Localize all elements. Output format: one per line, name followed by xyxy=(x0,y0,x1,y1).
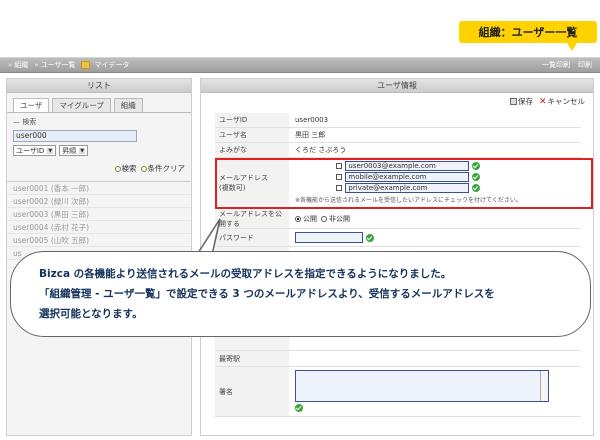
email-field[interactable]: user0003@example.com xyxy=(345,161,470,171)
value-user-name: 黒田 三郎 xyxy=(295,131,326,139)
email-checkbox[interactable] xyxy=(336,174,343,180)
label-user-name: ユーザ名 xyxy=(215,128,289,142)
cancel-button[interactable]: ✕ キャンセル xyxy=(539,96,585,107)
list-item[interactable]: user0002 (緑川 次郎) xyxy=(7,195,191,208)
clear-conditions-button[interactable]: 条件クリア xyxy=(140,163,185,174)
save-icon xyxy=(509,98,517,105)
email-checkbox[interactable] xyxy=(336,163,343,169)
radio-public[interactable] xyxy=(295,215,301,222)
my-data-icon xyxy=(81,61,91,69)
email-checkbox[interactable] xyxy=(336,185,343,191)
row-signature: 署名 xyxy=(215,367,581,417)
row-reading: よみがな くろだ さぶろう xyxy=(215,143,581,158)
signature-textarea[interactable] xyxy=(295,370,549,402)
search-field-select[interactable]: ユーザID ▼ xyxy=(13,145,57,156)
search-icon xyxy=(140,165,147,172)
value-reading: くろだ さぶろう xyxy=(295,146,347,154)
callout-box: Bizca の各機能より送信されるメールの受取アドレスを指定できるようになりまし… xyxy=(10,251,591,337)
toolbar: » 組織 » ユーザ一覧 マイデータ 一覧印刷 印刷 xyxy=(0,57,600,73)
scrollbar[interactable] xyxy=(540,371,548,401)
user-list: user0001 (香本 一郎) user0002 (緑川 次郎) user00… xyxy=(7,181,191,260)
breadcrumb-label: ユーザ一覧 xyxy=(40,61,76,69)
breadcrumb-user-list[interactable]: » ユーザ一覧 xyxy=(34,60,75,70)
row-user-id: ユーザID user0003 xyxy=(215,113,581,128)
sort-order-select[interactable]: 昇順 ▼ xyxy=(59,145,89,156)
label-publish: メールアドレスを公開する xyxy=(215,209,289,228)
print-list-button[interactable]: 一覧印刷 xyxy=(542,60,570,70)
label-user-id: ユーザID xyxy=(215,113,289,127)
label-signature: 署名 xyxy=(215,367,289,416)
label-reading: よみがな xyxy=(215,143,289,157)
list-tabs: ユーザ マイグループ 組織 xyxy=(7,93,191,113)
label-password: パスワード xyxy=(215,229,289,246)
check-ok-icon xyxy=(472,173,481,181)
tab-my-groups[interactable]: マイグループ xyxy=(52,98,111,112)
page-title-badge: 組織：ユーザー一覧 xyxy=(459,21,597,51)
search-section: — 検索 user000 ユーザID ▼ 昇順 ▼ 検索 条件クリア xyxy=(7,113,191,178)
print-button[interactable]: 印刷 xyxy=(578,60,592,70)
value-user-id: user0003 xyxy=(295,116,329,124)
label-email: メールアドレス (複数可) xyxy=(215,158,289,208)
radio-private[interactable] xyxy=(321,215,327,222)
breadcrumb-label: 組織 xyxy=(14,61,29,69)
row-publish: メールアドレスを公開する 公開 非公開 xyxy=(215,209,581,229)
chevron-down-icon: ▼ xyxy=(79,147,86,154)
password-field[interactable] xyxy=(295,232,363,243)
check-ok-icon xyxy=(366,233,374,242)
email-list: user0003@example.com mobile@example.com … xyxy=(289,158,528,208)
chevron-down-icon: ▼ xyxy=(47,147,54,154)
check-ok-icon xyxy=(295,404,303,412)
list-panel-header: リスト xyxy=(7,79,191,93)
publish-options: 公開 非公開 xyxy=(289,209,356,228)
email-field[interactable]: mobile@example.com xyxy=(345,172,470,182)
label-station: 最寄駅 xyxy=(215,351,289,366)
search-button[interactable]: 検索 xyxy=(114,163,137,174)
callout-line-3: 選択可能となります。 xyxy=(39,308,143,320)
check-ok-icon xyxy=(472,162,481,170)
my-data-link[interactable]: マイデータ xyxy=(81,60,129,70)
list-item[interactable]: user0003 (黒田 三郎) xyxy=(7,208,191,221)
list-item[interactable]: user0005 (山吹 五郎) xyxy=(7,234,191,247)
email-field[interactable]: private@example.com xyxy=(345,183,470,193)
callout-line-2: 「組織管理 - ユーザ一覧」で設定できる 3 つのメールアドレスより、受信するメ… xyxy=(39,288,495,300)
search-icon xyxy=(114,165,121,172)
callout-line-1: Bizca の各機能より送信されるメールの受取アドレスを指定できるようになりまし… xyxy=(39,268,452,280)
user-info-header: ユーザ情報 xyxy=(201,79,593,93)
row-password: パスワード xyxy=(215,229,581,247)
row-user-name: ユーザ名 黒田 三郎 xyxy=(215,128,581,143)
check-ok-icon xyxy=(472,184,481,192)
list-item[interactable]: user0001 (香本 一郎) xyxy=(7,182,191,195)
breadcrumb-organization[interactable]: » 組織 xyxy=(8,60,28,70)
row-station: 最寄駅 xyxy=(215,351,581,367)
email-note: ※各機能から送信されるメールを受信したいアドレスにチェックを付けてください。 xyxy=(295,197,522,204)
chevron-right-icon: » xyxy=(8,61,13,69)
chevron-right-icon: » xyxy=(34,61,39,69)
tab-users[interactable]: ユーザ xyxy=(13,98,50,112)
row-email: メールアドレス (複数可) user0003@example.com mobil… xyxy=(215,158,593,209)
search-input[interactable]: user000 xyxy=(13,130,137,142)
close-icon: ✕ xyxy=(538,96,547,107)
tab-organization[interactable]: 組織 xyxy=(113,98,143,112)
my-data-label: マイデータ xyxy=(94,61,130,69)
save-button[interactable]: 保存 xyxy=(509,96,533,107)
search-title[interactable]: — 検索 xyxy=(13,117,185,127)
list-item[interactable]: user0004 (赤村 花子) xyxy=(7,221,191,234)
